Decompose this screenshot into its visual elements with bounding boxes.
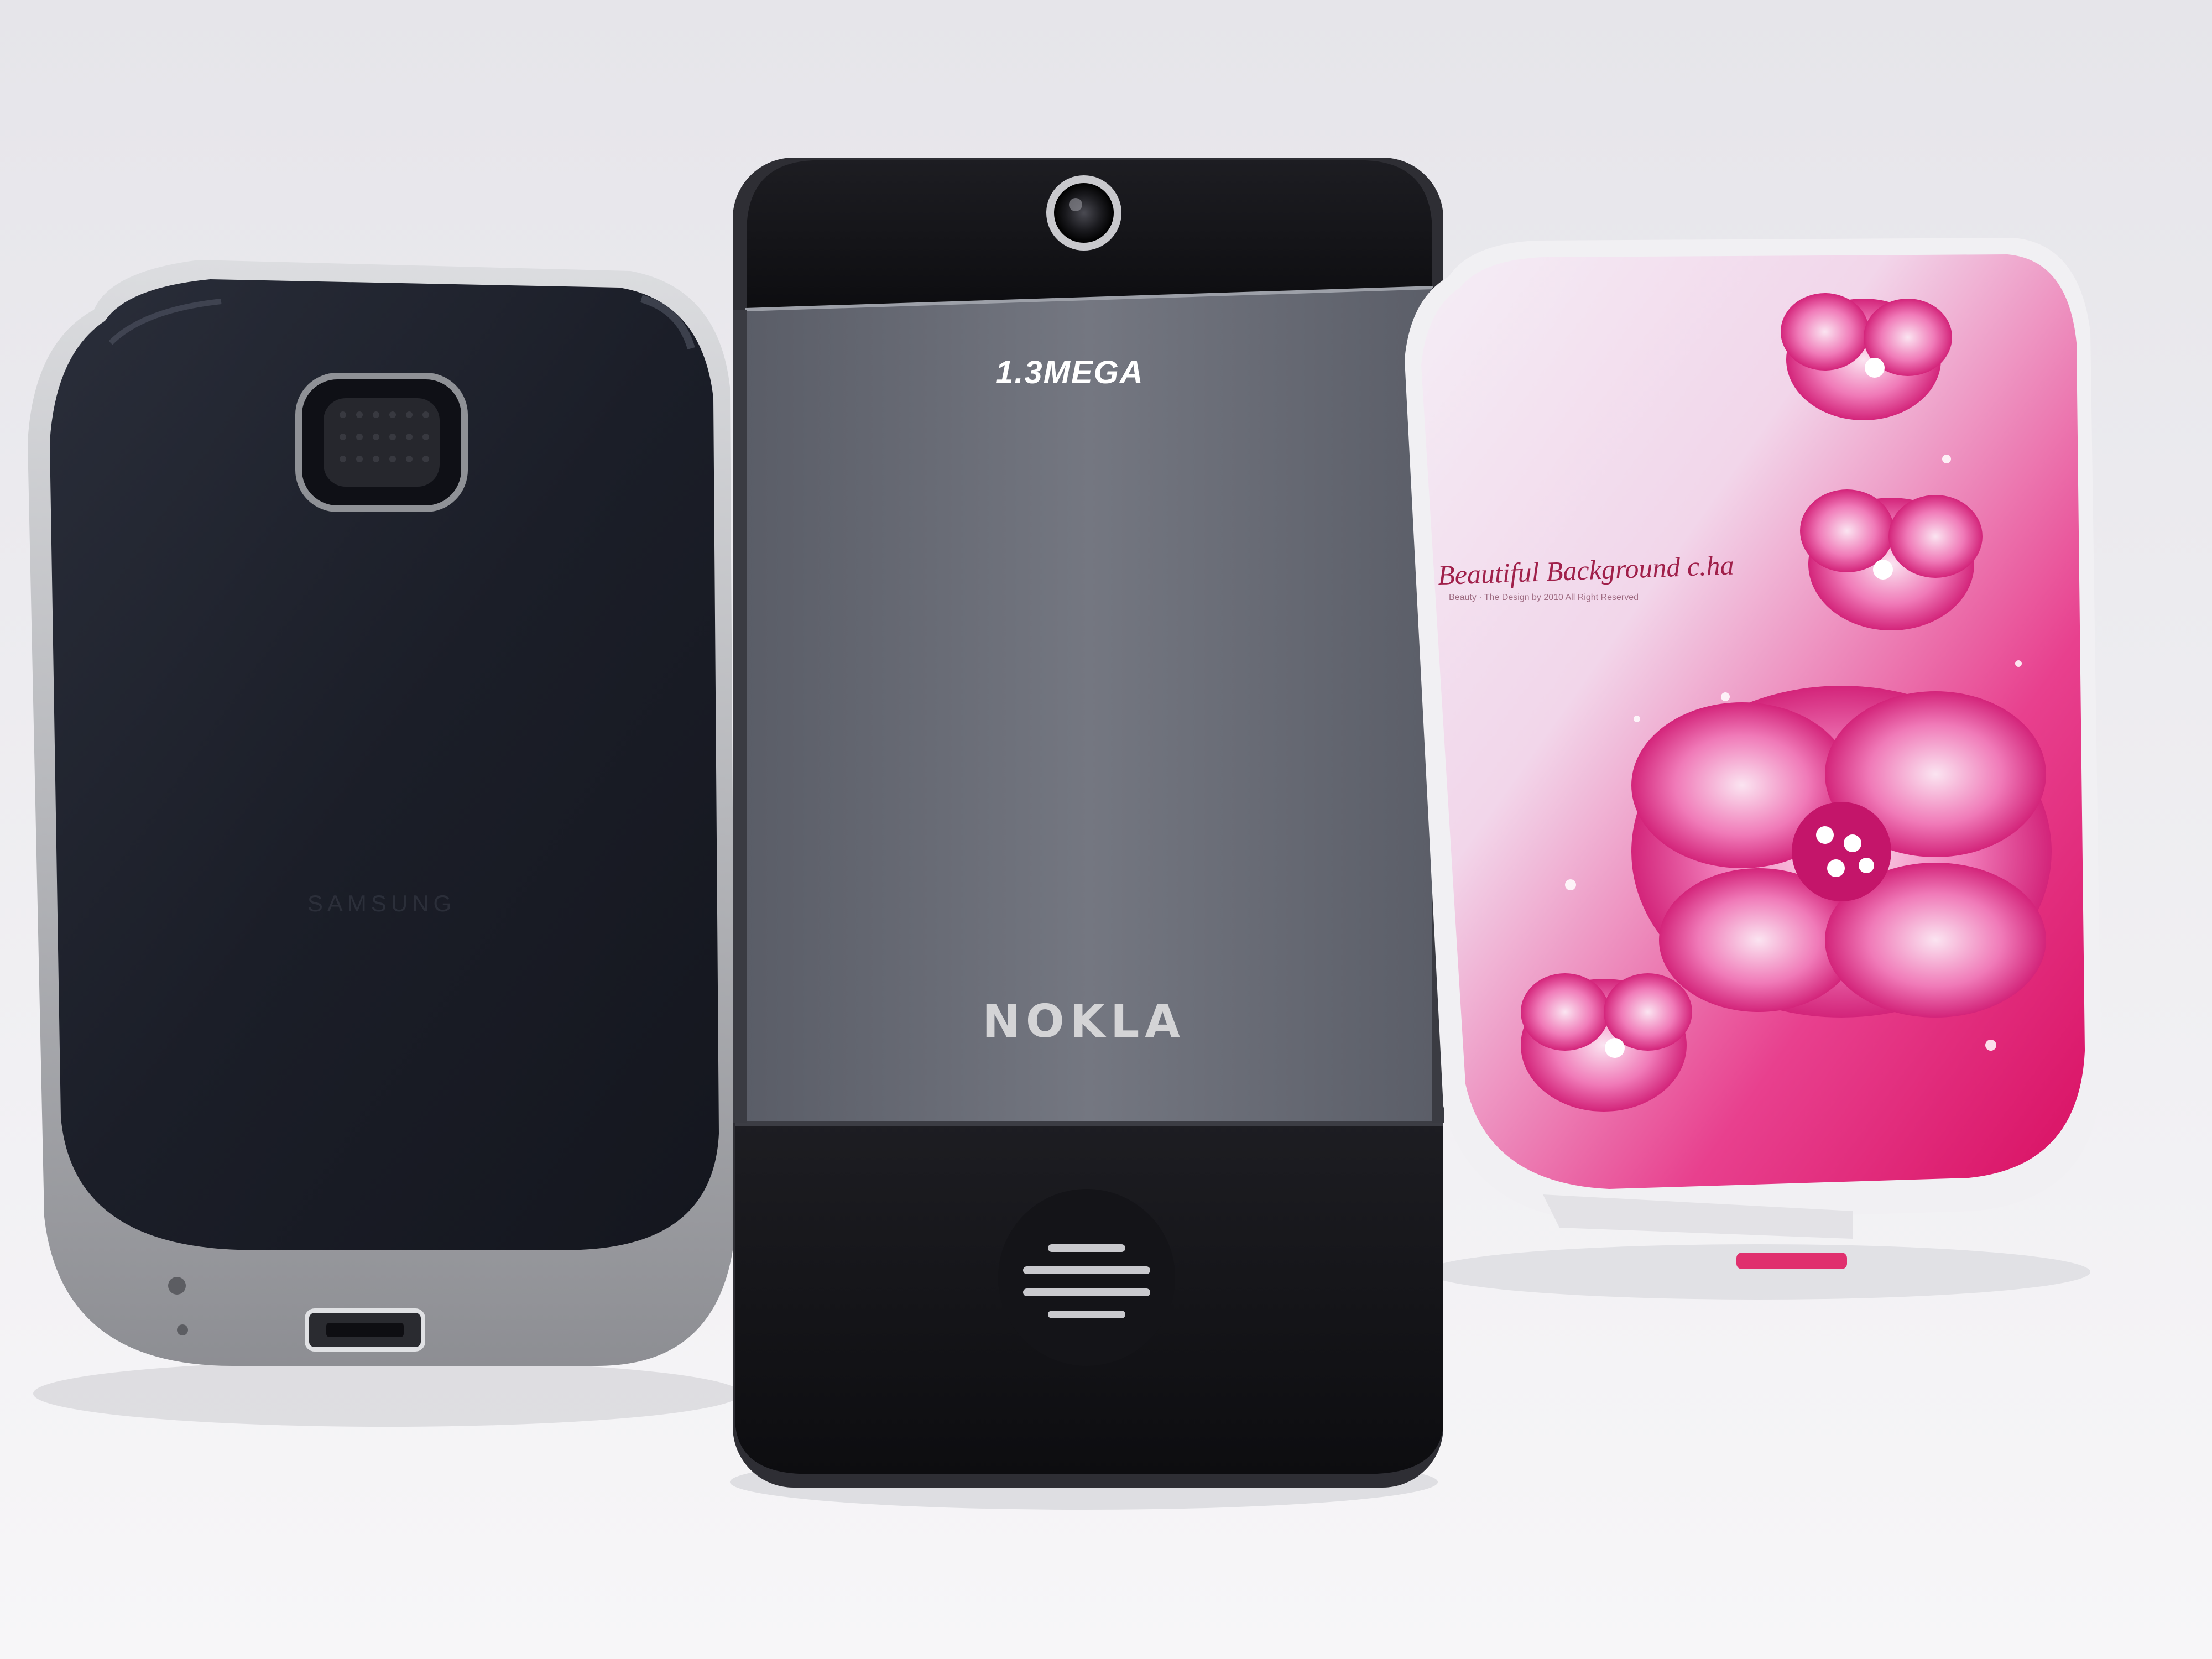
camera-spec-label: 1.3MEGA [995,354,1144,390]
right-phone [1405,238,2101,1269]
decorative-fine-print: Beauty · The Design by 2010 All Right Re… [1449,593,1639,602]
phones-illustration [0,0,2212,1659]
embossed-brand-logo: SAMSUNG [307,890,456,916]
brand-logo: NOKLA [982,995,1186,1048]
photo-scene: 1.3MEGA NOKLA SAMSUNG Beautiful Backgrou… [0,0,2212,1659]
flower-large [1631,686,2052,1018]
left-phone [28,260,735,1366]
